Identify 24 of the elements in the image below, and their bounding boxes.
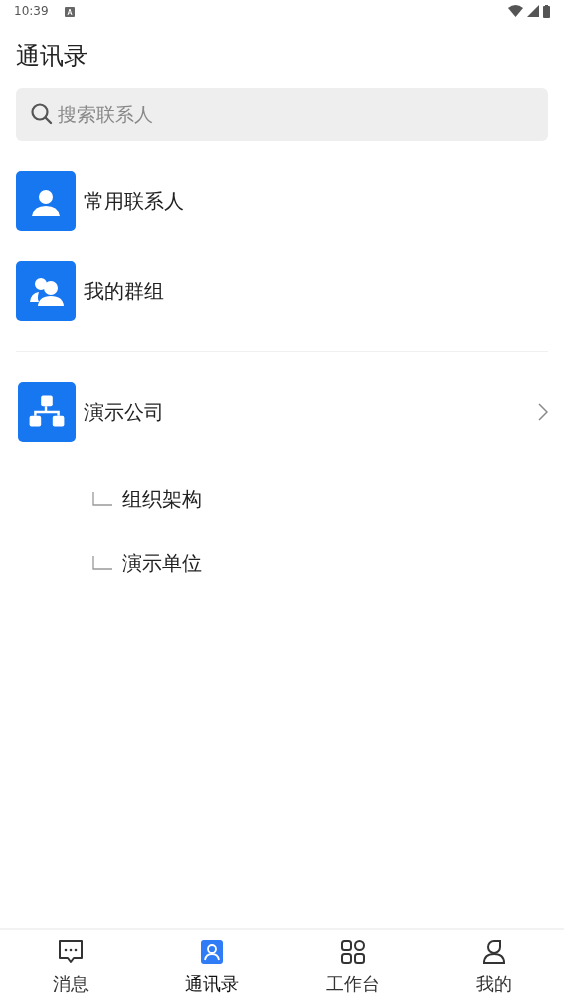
org-chart-icon [18, 382, 76, 442]
tree-branch-icon [92, 492, 112, 506]
list-item-label[interactable]: 演示公司 [84, 397, 164, 427]
nav-tab[interactable]: 通讯录 [141, 930, 282, 1004]
chevron-right-icon[interactable] [538, 403, 548, 421]
people-icon [16, 261, 76, 321]
chat-icon [56, 938, 85, 966]
nav-tab[interactable]: 工作台 [282, 930, 423, 1004]
list-item-label[interactable]: 常用联系人 [84, 186, 184, 216]
battery-icon [543, 4, 550, 18]
search-field[interactable]: 搜索联系人 [16, 88, 548, 141]
page-title: 通讯录 [16, 41, 89, 72]
search-icon [30, 102, 54, 126]
status-time: 10:39 [14, 3, 49, 20]
tree-branch-icon [92, 556, 112, 570]
list-item-label[interactable]: 我的群组 [84, 276, 164, 306]
nav-tab[interactable]: 我的 [423, 930, 564, 1004]
tree-item-label[interactable]: 演示单位 [122, 548, 202, 578]
wifi-icon [508, 5, 523, 17]
grid-icon [338, 938, 367, 966]
person-icon [16, 171, 76, 231]
signal-icon [527, 5, 539, 17]
tree-item-label[interactable]: 组织架构 [122, 484, 202, 514]
nav-tab[interactable]: 消息 [0, 930, 141, 1004]
